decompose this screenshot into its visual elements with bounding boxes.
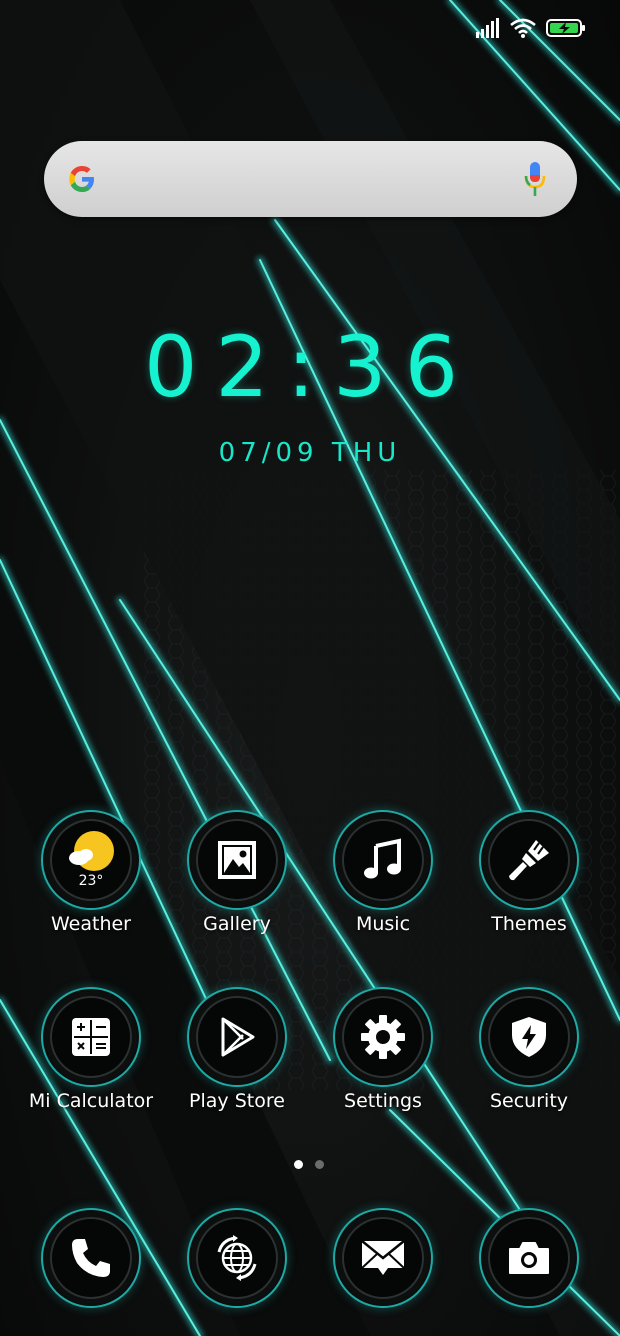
app-settings[interactable]: Settings — [310, 992, 456, 1112]
app-label: Music — [355, 913, 411, 935]
app-gallery[interactable]: Gallery — [164, 815, 310, 935]
music-note-icon — [364, 838, 401, 879]
app-label: Security — [489, 1090, 569, 1112]
signal-bars-icon — [476, 18, 499, 38]
app-label: Gallery — [203, 913, 271, 935]
wifi-icon — [510, 18, 536, 38]
app-music[interactable]: Music — [310, 815, 456, 935]
app-label: Themes — [491, 913, 567, 935]
battery-charging-icon — [546, 19, 585, 37]
clock-time[interactable]: 02:36 — [0, 318, 620, 416]
page-dot-active[interactable] — [294, 1160, 303, 1169]
microphone-icon[interactable] — [523, 161, 547, 199]
gallery-icon — [218, 841, 256, 879]
app-label: Play Store — [189, 1090, 285, 1112]
app-label: Weather — [51, 913, 131, 935]
app-security[interactable]: Security — [456, 992, 602, 1112]
dock-camera[interactable] — [456, 1213, 602, 1303]
phone-icon — [72, 1239, 110, 1277]
paintbrush-icon — [509, 840, 549, 881]
status-bar — [476, 14, 586, 42]
dock-messages[interactable] — [310, 1213, 456, 1303]
play-store-icon — [221, 1017, 255, 1057]
messages-icon — [361, 1240, 405, 1275]
dock-phone[interactable] — [18, 1213, 164, 1303]
google-search-bar[interactable] — [44, 141, 577, 217]
calculator-icon — [72, 1018, 110, 1056]
app-themes[interactable]: Themes — [456, 815, 602, 935]
camera-icon — [509, 1242, 549, 1274]
weather-temperature: 23° — [78, 873, 104, 889]
weather-icon — [69, 831, 114, 871]
dock-browser[interactable] — [164, 1213, 310, 1303]
page-dot[interactable] — [315, 1160, 324, 1169]
app-label: Mi Calculator — [28, 1090, 154, 1112]
app-mi-calculator[interactable]: Mi Calculator — [18, 992, 164, 1112]
app-play-store[interactable]: Play Store — [164, 992, 310, 1112]
gear-icon — [361, 1015, 405, 1059]
home-screen: 02:36 07/09 THU 23° Weather Gallery Musi… — [0, 0, 620, 1336]
app-label: Settings — [344, 1090, 422, 1112]
shield-icon — [512, 1017, 546, 1057]
clock-date: 07/09 THU — [218, 438, 402, 468]
google-g-icon — [69, 166, 94, 192]
page-indicator[interactable] — [294, 1160, 324, 1169]
browser-globe-icon — [217, 1235, 257, 1281]
app-weather[interactable]: 23° Weather — [18, 815, 164, 935]
